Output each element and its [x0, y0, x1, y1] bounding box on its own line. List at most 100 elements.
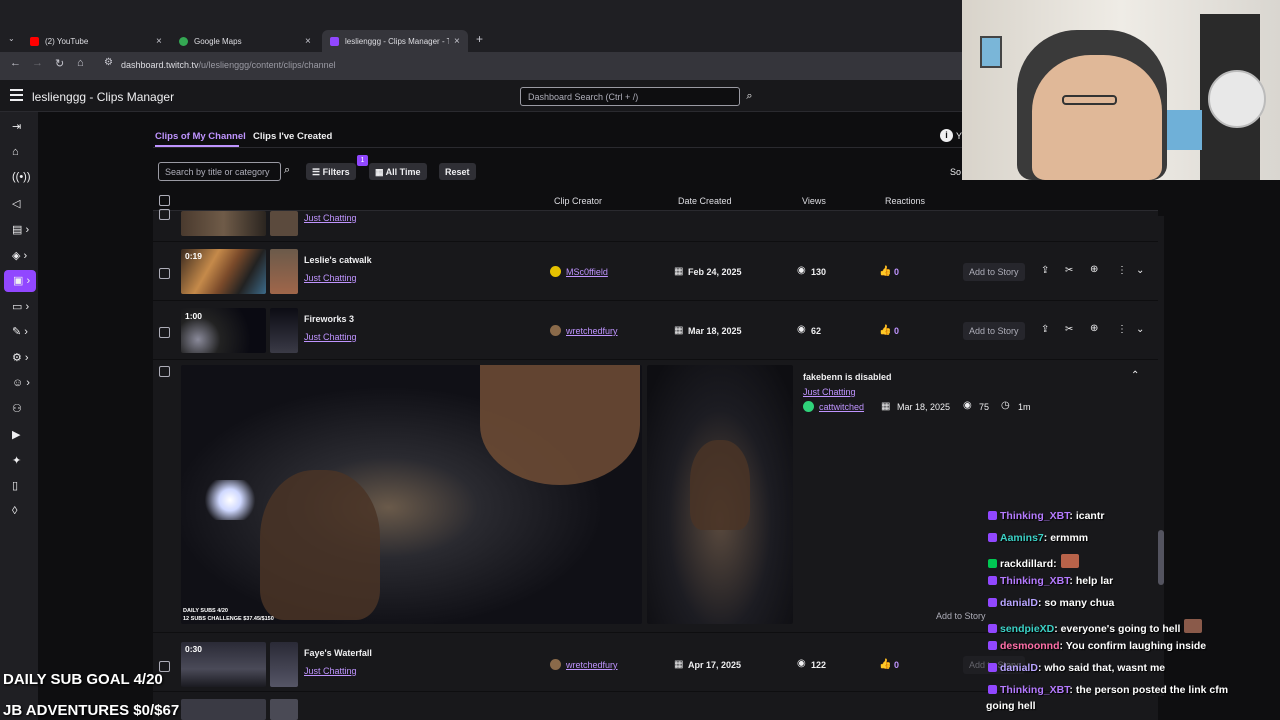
filters-button[interactable]: ☰ Filters: [306, 163, 356, 180]
extensions-icon[interactable]: ✦: [12, 454, 32, 470]
clip-category-link[interactable]: Just Chatting: [803, 387, 856, 397]
clip-duration: 0:30: [185, 644, 203, 654]
youtube-icon: [30, 36, 39, 46]
close-tab-icon[interactable]: ×: [156, 36, 162, 47]
clip-title[interactable]: Fireworks 3: [304, 314, 354, 324]
calendar-icon: ▦: [674, 325, 684, 336]
reset-button[interactable]: Reset: [439, 163, 476, 180]
sort-label[interactable]: So: [950, 167, 961, 177]
add-circle-icon[interactable]: ⊕: [1090, 264, 1098, 275]
page-title: leslienggg - Clips Manager: [32, 90, 175, 104]
new-tab-icon[interactable]: +: [476, 32, 483, 46]
community-icon[interactable]: ◈ ›: [12, 249, 32, 265]
creator-tools-icon[interactable]: ✎ ›: [12, 325, 32, 341]
clock-icon: ◷: [1001, 400, 1010, 411]
chat-username: rackdillard: [1000, 558, 1054, 570]
tab-google-maps[interactable]: Google Maps ×: [179, 30, 319, 52]
clip-title[interactable]: Leslie's catwalk: [304, 255, 372, 265]
all-time-button[interactable]: ▦ All Time: [369, 163, 427, 180]
share-icon[interactable]: ⇪: [1041, 324, 1049, 335]
reload-icon[interactable]: ↻: [55, 57, 64, 70]
back-icon[interactable]: ←: [10, 57, 21, 69]
column-reactions[interactable]: Reactions: [885, 196, 925, 206]
clip-title[interactable]: fakebenn is disabled: [803, 372, 892, 382]
viewer-rewards-icon[interactable]: ☺ ›: [12, 377, 32, 393]
expand-chevron-icon[interactable]: ⌄: [1136, 265, 1144, 276]
forward-icon[interactable]: →: [32, 57, 43, 69]
preview-subject: [260, 470, 380, 620]
close-tab-icon[interactable]: ×: [454, 36, 460, 47]
scrollbar-thumb[interactable]: [1158, 530, 1164, 585]
clip-thumbnail[interactable]: [181, 699, 266, 720]
search-icon[interactable]: ⌕: [284, 164, 290, 177]
share-icon[interactable]: ⇪: [1041, 265, 1049, 276]
menu-icon[interactable]: [10, 89, 23, 104]
tab-youtube[interactable]: (2) YouTube ×: [30, 30, 170, 52]
clip-creator-link[interactable]: MSc0ffield: [566, 267, 608, 277]
column-clip-creator[interactable]: Clip Creator: [554, 196, 602, 206]
dashboard-search-input[interactable]: Dashboard Search (Ctrl + /): [520, 87, 740, 106]
expand-chevron-icon[interactable]: ⌄: [1136, 324, 1144, 335]
close-tab-icon[interactable]: ×: [305, 36, 311, 47]
column-views[interactable]: Views: [802, 196, 826, 206]
badge-icon: [988, 511, 997, 520]
clip-duration: 0:19: [185, 251, 203, 261]
preview-caption-2: 12 SUBS CHALLENGE $37.45/$150: [183, 616, 274, 622]
tab-clips-of-my-channel[interactable]: Clips of My Channel: [155, 131, 246, 142]
clip-category-link[interactable]: Just Chatting: [304, 213, 357, 223]
scissors-icon[interactable]: ✂: [1065, 324, 1073, 335]
badge-icon: [988, 559, 997, 568]
promote-icon[interactable]: ◁: [12, 197, 32, 213]
clip-thumbnail[interactable]: [181, 211, 266, 236]
more-options-icon[interactable]: ⋮: [1117, 265, 1127, 276]
chat-message: Aamins7: ermmm: [988, 532, 1088, 544]
guide-icon[interactable]: ▯: [12, 479, 32, 495]
add-to-story-button[interactable]: Add to Story: [930, 607, 992, 625]
add-circle-icon[interactable]: ⊕: [1090, 323, 1098, 334]
clip-category-link[interactable]: Just Chatting: [304, 332, 357, 342]
clip-category-link[interactable]: Just Chatting: [304, 666, 357, 676]
jb-adventures-overlay: JB ADVENTURES $0/$67: [3, 702, 180, 719]
column-date-created[interactable]: Date Created: [678, 196, 732, 206]
safety-icon[interactable]: ◊: [12, 505, 32, 521]
monetization-icon[interactable]: ▭ ›: [12, 300, 32, 316]
analytics-icon[interactable]: ▤ ›: [12, 223, 32, 239]
add-to-story-button[interactable]: Add to Story: [963, 263, 1025, 281]
row-checkbox[interactable]: [159, 209, 170, 220]
chat-username: sendpieXD: [1000, 623, 1055, 635]
home-icon[interactable]: ⌂: [77, 57, 84, 69]
creator-camp-icon[interactable]: ⚇: [12, 402, 32, 418]
search-icon[interactable]: ⌕: [740, 87, 759, 106]
video-producer-icon[interactable]: ▶: [12, 428, 32, 444]
clip-category-link[interactable]: Just Chatting: [304, 273, 357, 283]
row-checkbox[interactable]: [159, 327, 170, 338]
clip-title[interactable]: Faye's Waterfall: [304, 648, 372, 658]
settings-icon[interactable]: ⚙ ›: [12, 351, 32, 367]
tab-list-chevron-icon[interactable]: ⌄: [8, 34, 15, 43]
clip-creator-link[interactable]: wretchedfury: [566, 660, 618, 670]
clip-search-input[interactable]: Search by title or category: [158, 162, 281, 181]
tab-twitch[interactable]: leslienggg - Clips Manager - Tw ×: [322, 30, 468, 52]
scissors-icon[interactable]: ✂: [1065, 265, 1073, 276]
clip-thumbnail-cam: [270, 249, 298, 294]
select-all-checkbox[interactable]: [159, 195, 170, 206]
url-field[interactable]: dashboard.twitch.tv/u/leslienggg/content…: [121, 60, 336, 70]
more-options-icon[interactable]: ⋮: [1117, 324, 1127, 335]
info-icon[interactable]: i: [940, 129, 953, 142]
add-to-story-button[interactable]: Add to Story: [963, 322, 1025, 340]
site-settings-icon[interactable]: ⚙: [104, 57, 113, 68]
collapse-sidebar-icon[interactable]: ⇥: [12, 120, 32, 136]
clip-creator-link[interactable]: cattwitched: [819, 402, 864, 412]
content-icon[interactable]: ▣ ›: [4, 270, 36, 292]
home-icon[interactable]: ⌂: [12, 146, 32, 162]
collapse-chevron-icon[interactable]: ⌃: [1131, 370, 1139, 381]
clip-thumbnail-cam: [270, 211, 298, 236]
clip-creator-link[interactable]: wretchedfury: [566, 326, 618, 336]
row-checkbox[interactable]: [159, 268, 170, 279]
stream-icon[interactable]: ((•)): [12, 171, 32, 187]
chat-text: : help lar: [1069, 575, 1114, 587]
row-checkbox[interactable]: [159, 366, 170, 377]
chat-message: Thinking_XBT: help lar: [988, 575, 1113, 587]
all-time-label: All Time: [385, 167, 421, 177]
tab-clips-ive-created[interactable]: Clips I've Created: [253, 131, 332, 142]
